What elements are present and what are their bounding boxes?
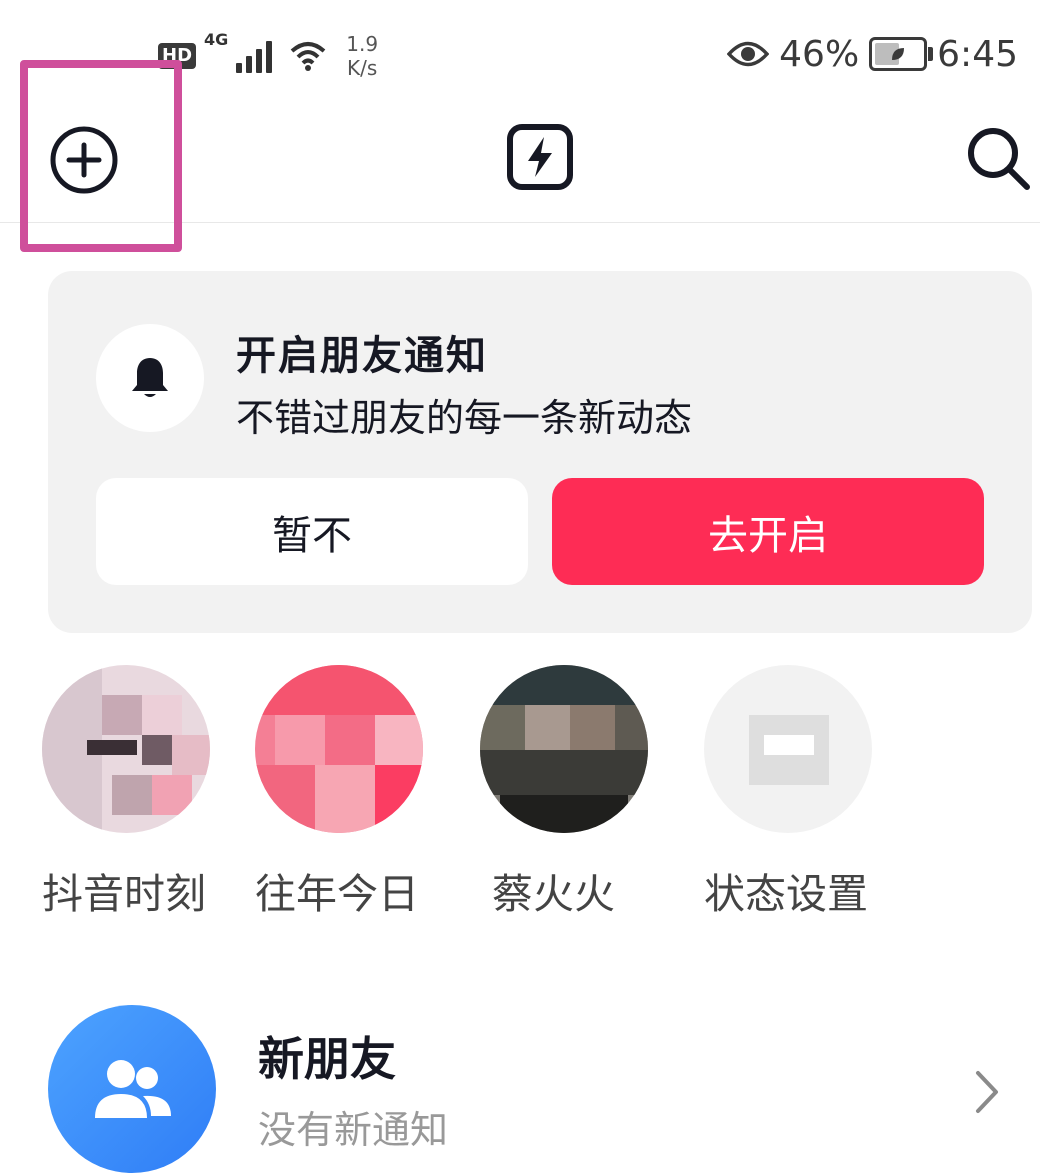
notification-title: 开启朋友通知 [236,333,488,379]
new-friends-avatar [48,1005,216,1173]
story-avatar [255,665,423,833]
new-friends-title: 新朋友 [258,1032,396,1086]
top-nav [0,100,1040,223]
notification-card: 开启朋友通知 不错过朋友的每一条新动态 暂不 去开启 [48,271,1032,633]
not-now-button[interactable]: 暂不 [96,478,528,585]
wifi-icon [290,42,326,71]
speed-unit: K/s [347,56,378,80]
story-item[interactable]: 抖音时刻 [42,655,262,935]
add-circle-icon[interactable] [48,124,120,196]
new-friends-row[interactable]: 新朋友 没有新通知 [0,995,1040,1173]
status-bar: HD 4G 1.9 K/s 46% 6:45 [0,0,1040,100]
hd-badge: HD [158,43,197,69]
story-avatar [42,665,210,833]
clock: 6:45 [937,33,1018,75]
signal-icon [236,39,273,73]
notification-description: 不错过朋友的每一条新动态 [236,396,693,440]
network-speed: 1.9 K/s [346,32,378,80]
search-icon[interactable] [962,122,1034,194]
story-item[interactable]: 往年今日 [255,655,475,935]
battery-icon [869,37,934,71]
story-label: 抖音时刻 [42,870,206,918]
chevron-right-icon [976,1071,998,1113]
story-item[interactable]: 状态设置 [704,655,924,935]
story-avatar [480,665,648,833]
new-friends-subtitle: 没有新通知 [258,1108,449,1152]
flash-icon[interactable] [505,122,575,192]
story-item[interactable]: 蔡火火 [480,655,700,935]
users-icon [95,1060,171,1118]
story-label: 蔡火火 [492,870,615,918]
stories-row: 抖音时刻 往年今日 蔡火火 状态设置 [0,655,1040,935]
story-avatar [704,665,872,833]
story-label: 往年今日 [255,870,419,918]
eye-icon [727,41,770,67]
bell-icon-circle [96,324,204,432]
status-bar-right: 46% 6:45 [727,30,1018,78]
status-bar-left: HD 4G 1.9 K/s [158,26,378,86]
enable-notification-button[interactable]: 去开启 [552,478,984,585]
bell-icon [132,358,168,397]
battery-percent: 46% [779,33,860,75]
network-type: 4G [204,30,229,49]
speed-value: 1.9 [346,32,379,56]
story-label: 状态设置 [704,870,868,918]
